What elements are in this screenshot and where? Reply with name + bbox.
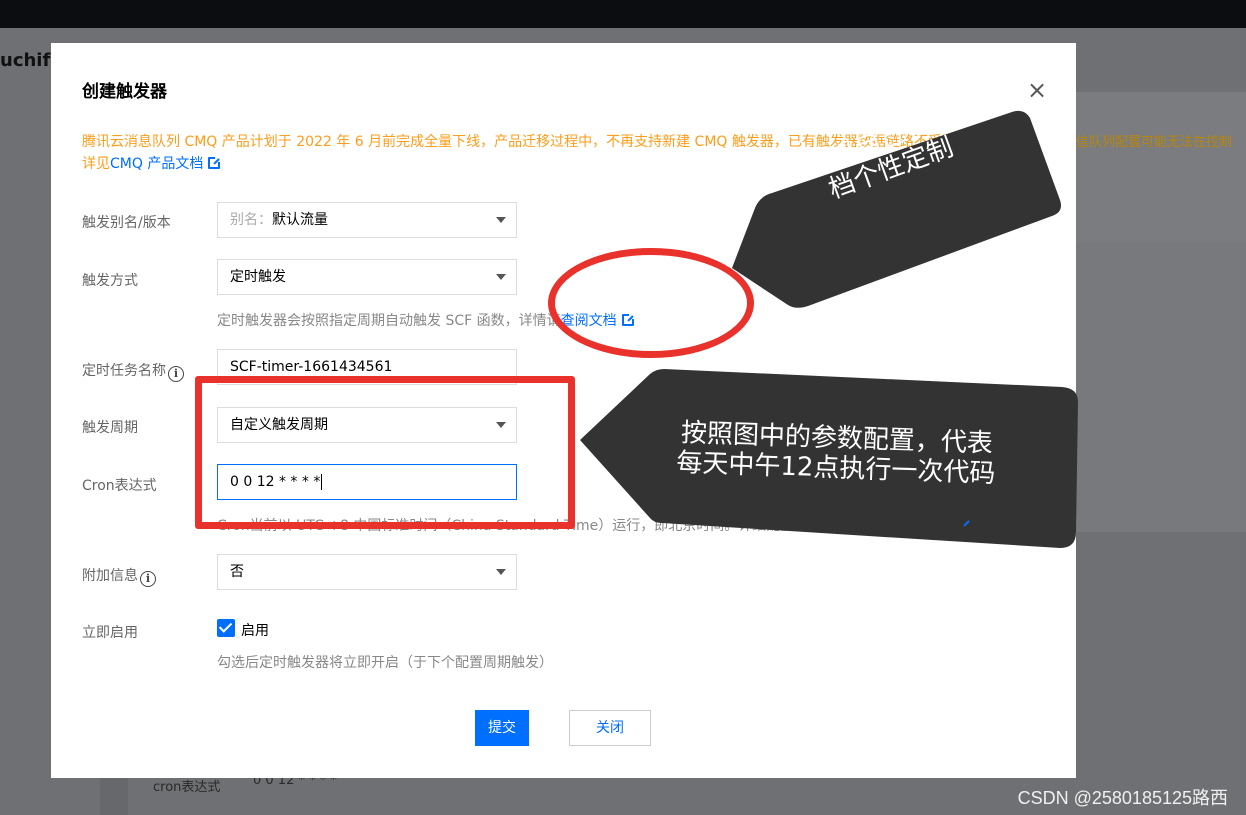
chevron-down-icon	[496, 217, 506, 223]
alias-prefix: 别名：	[230, 212, 272, 228]
trigger-type-hint-text: 定时触发器会按照指定周期自动触发 SCF 函数，详情请	[217, 313, 561, 329]
console-tab-fragment: uchifa	[0, 50, 63, 71]
close-icon[interactable]: ×	[1025, 78, 1049, 103]
external-link-icon	[957, 518, 970, 531]
extra-info-value: 否	[230, 564, 244, 580]
annotation-red-ellipse	[548, 248, 754, 358]
console-notice-fragment: 信队列配置可能无法在控制	[1076, 135, 1233, 150]
close-button[interactable]: 关闭	[569, 710, 651, 746]
console-top-bar	[0, 0, 1246, 28]
alias-select[interactable]: 别名：默认流量	[217, 202, 517, 238]
task-name-value: SCF-timer-1661434561	[230, 359, 393, 375]
chevron-down-icon	[496, 569, 506, 575]
chevron-down-icon	[496, 274, 506, 280]
submit-button[interactable]: 提交	[475, 710, 529, 746]
trigger-type-select[interactable]: 定时触发	[217, 259, 517, 295]
console-side-panel-top	[1076, 92, 1246, 242]
cron-doc-link[interactable]: Cron相关文档	[864, 518, 953, 534]
period-label: 触发周期	[82, 420, 138, 436]
alias-label: 触发别名/版本	[82, 215, 171, 231]
info-icon[interactable]: i	[140, 571, 156, 587]
trigger-type-value: 定时触发	[230, 269, 286, 285]
console-left-rail	[100, 778, 128, 815]
dialog-title: 创建触发器	[82, 82, 167, 102]
task-name-label: 定时任务名称 i	[82, 360, 184, 382]
external-link-icon	[208, 156, 222, 169]
enable-checkbox-label[interactable]: 启用	[241, 620, 269, 640]
extra-info-select[interactable]: 否	[217, 554, 517, 590]
console-cron-label: cron表达式	[153, 780, 221, 795]
enable-hint: 勾选后定时触发器将立即开启（于下个配置周期触发）	[217, 655, 553, 671]
annotation-red-rectangle	[195, 376, 575, 529]
enable-label: 立即启用	[82, 625, 138, 641]
info-icon[interactable]: i	[168, 366, 184, 382]
watermark: CSDN @2580185125路西	[1017, 788, 1228, 808]
notice-prefix: 详见	[82, 156, 110, 172]
extra-info-label-text: 附加信息	[82, 568, 138, 584]
cron-label: Cron表达式	[82, 478, 157, 494]
alias-value: 默认流量	[272, 212, 328, 228]
extra-info-label: 附加信息 i	[82, 565, 156, 587]
annotation-bottom-text: 按照图中的参数配置，代表 每天中午12点执行一次代码	[676, 418, 997, 489]
cmq-doc-link[interactable]: CMQ 产品文档	[110, 156, 203, 172]
task-name-label-text: 定时任务名称	[82, 363, 166, 379]
enable-checkbox[interactable]	[217, 619, 235, 637]
trigger-type-label: 触发方式	[82, 273, 138, 289]
